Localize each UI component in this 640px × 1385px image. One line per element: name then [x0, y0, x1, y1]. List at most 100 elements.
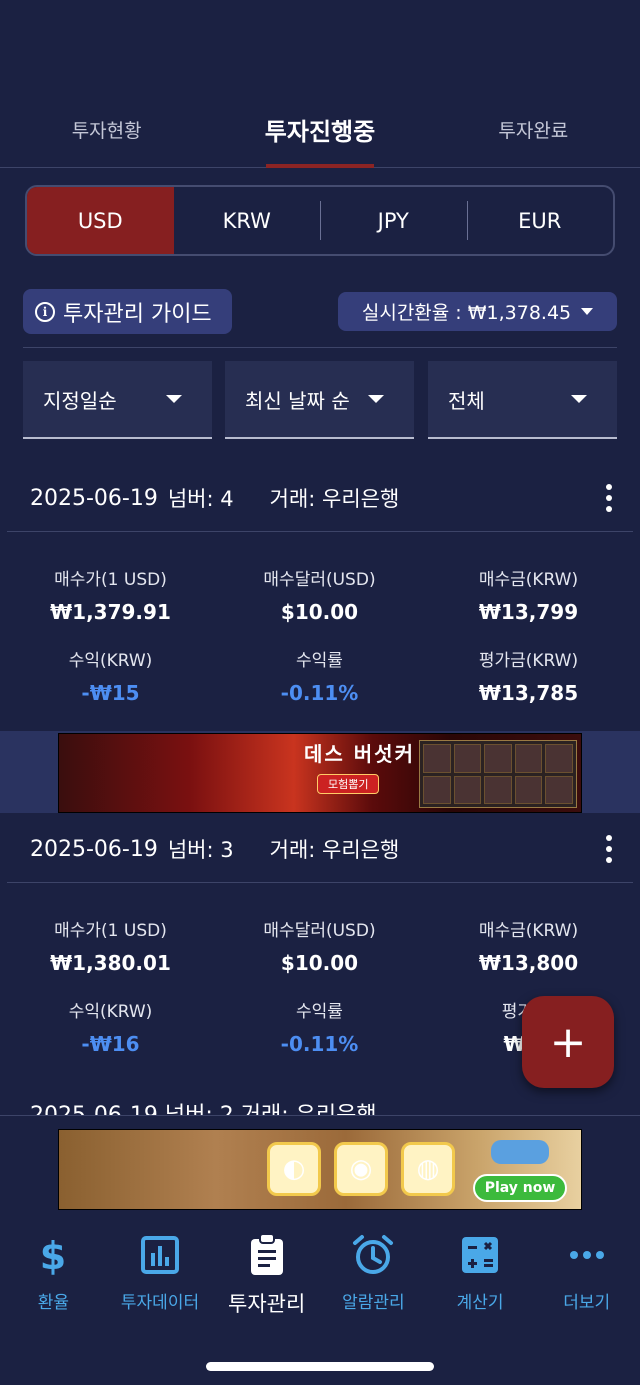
record-number: 넘버: 4 [167, 487, 234, 511]
ad-button[interactable]: 모험뽑기 [317, 774, 380, 794]
record-header: 2025-06-19 넘버: 3 거래: 우리은행 [0, 818, 640, 880]
return-rate-cell: 수익률 -0.11% [213, 997, 426, 1056]
currency-eur[interactable]: EUR [466, 187, 614, 254]
filter-all-label: 전체 [448, 388, 485, 413]
ad-image[interactable]: 데스 버섯커 모험뽑기 [58, 733, 582, 813]
currency-jpy[interactable]: JPY [320, 187, 467, 254]
ad-banner-bottom[interactable]: ◐ ◉ ◍ Play now [58, 1129, 582, 1210]
more-vertical-icon[interactable] [606, 835, 612, 863]
alarm-icon [351, 1232, 395, 1278]
buy-krw-label: 매수금(KRW) [478, 921, 579, 941]
ad-logo [491, 1140, 549, 1164]
currency-krw[interactable]: KRW [174, 187, 321, 254]
calculator-icon [460, 1232, 500, 1278]
buy-usd-value: $10.00 [280, 600, 359, 624]
tab-status[interactable]: 투자현황 [0, 92, 213, 167]
bottom-nav: $ 환율 투자데이터 투자관리 알람관리 계산기 더보기 [0, 1232, 640, 1322]
investment-guide-button[interactable]: i 투자관리 가이드 [23, 289, 232, 334]
ad-tile: ◐ [267, 1142, 321, 1196]
nav-calculator-label: 계산기 [456, 1293, 504, 1313]
dollar-icon: $ [39, 1232, 67, 1278]
divider [7, 882, 633, 883]
svg-text:$: $ [40, 1235, 66, 1275]
profit-value: -₩16 [81, 1032, 140, 1056]
profit-cell: 수익(KRW) -₩16 [4, 997, 217, 1056]
nav-exchange[interactable]: $ 환율 [0, 1232, 107, 1322]
nav-more[interactable]: 더보기 [533, 1232, 640, 1322]
record-bank: 거래: 우리은행 [269, 487, 400, 511]
divider [7, 531, 633, 532]
nav-investment-data-label: 투자데이터 [120, 1293, 200, 1313]
buy-krw-value: ₩13,799 [478, 600, 579, 624]
more-icon [569, 1232, 605, 1278]
chart-icon [140, 1232, 180, 1278]
live-rate-label: 실시간환율 : ₩1,378.45 [361, 302, 572, 324]
currency-selector: USD KRW JPY EUR [25, 185, 615, 256]
record-bank: 거래: 우리은행 [269, 838, 400, 862]
partial-record-text: 2025-06-19 넘버: 2 거래: 우리은행 [30, 1097, 377, 1115]
buy-usd-label: 매수달러(USD) [263, 921, 376, 941]
caret-down-icon [571, 395, 587, 403]
return-rate-label: 수익률 [296, 1002, 343, 1022]
profit-cell: 수익(KRW) -₩15 [4, 646, 217, 705]
sort-date-dropdown[interactable]: 지정일순 [23, 361, 212, 439]
tab-in-progress[interactable]: 투자진행중 [213, 92, 426, 167]
nav-more-label: 더보기 [563, 1293, 611, 1313]
caret-down-icon [368, 395, 384, 403]
nav-alarm[interactable]: 알람관리 [320, 1232, 427, 1322]
buy-price-value: ₩1,380.01 [50, 951, 171, 975]
buy-usd-cell: 매수달러(USD) $10.00 [213, 565, 426, 624]
buy-krw-value: ₩13,800 [478, 951, 579, 975]
nav-exchange-label: 환율 [37, 1293, 69, 1313]
ad-item-grid [419, 740, 577, 808]
buy-price-label: 매수가(1 USD) [54, 921, 167, 941]
buy-krw-label: 매수금(KRW) [478, 570, 579, 590]
clipboard-icon [249, 1232, 285, 1278]
live-rate-dropdown[interactable]: 실시간환율 : ₩1,378.45 [338, 292, 617, 331]
ad-tile: ◉ [334, 1142, 388, 1196]
info-icon: i [35, 301, 55, 322]
tab-completed[interactable]: 투자완료 [427, 92, 640, 167]
sort-date-label: 지정일순 [43, 388, 117, 413]
record-header: 2025-06-19 넘버: 4 거래: 우리은행 [0, 467, 640, 529]
record-number: 넘버: 3 [167, 838, 234, 862]
buy-price-cell: 매수가(1 USD) ₩1,379.91 [4, 565, 217, 624]
divider [23, 347, 617, 348]
eval-cell: 평가금(KRW) ₩13,785 [422, 646, 635, 705]
play-now-button[interactable]: Play now [473, 1174, 567, 1202]
return-rate-value: -0.11% [280, 681, 359, 705]
ad-banner-top[interactable]: 데스 버섯커 모험뽑기 [0, 731, 640, 813]
nav-calculator[interactable]: 계산기 [427, 1232, 534, 1322]
buy-usd-label: 매수달러(USD) [263, 570, 376, 590]
buy-usd-value: $10.00 [280, 951, 359, 975]
buy-usd-cell: 매수달러(USD) $10.00 [213, 916, 426, 975]
add-investment-button[interactable]: + [522, 996, 614, 1088]
return-rate-value: -0.11% [280, 1032, 359, 1056]
profit-value: -₩15 [81, 681, 140, 705]
buy-price-label: 매수가(1 USD) [54, 570, 167, 590]
nav-investment-data[interactable]: 투자데이터 [107, 1232, 214, 1322]
filter-all-dropdown[interactable]: 전체 [428, 361, 617, 439]
profit-label: 수익(KRW) [68, 651, 153, 671]
ad-title: 데스 버섯커 [304, 742, 415, 766]
caret-down-icon [581, 308, 594, 315]
caret-down-icon [166, 395, 182, 403]
more-vertical-icon[interactable] [606, 484, 612, 512]
buy-krw-cell: 매수금(KRW) ₩13,799 [422, 565, 635, 624]
sort-latest-label: 최신 날짜 순 [245, 388, 350, 413]
currency-usd[interactable]: USD [27, 187, 174, 254]
sort-latest-dropdown[interactable]: 최신 날짜 순 [225, 361, 414, 439]
return-rate-cell: 수익률 -0.11% [213, 646, 426, 705]
guide-label: 투자관리 가이드 [63, 301, 212, 327]
profit-label: 수익(KRW) [68, 1002, 153, 1022]
home-indicator[interactable] [206, 1362, 434, 1371]
buy-price-cell: 매수가(1 USD) ₩1,380.01 [4, 916, 217, 975]
return-rate-label: 수익률 [296, 651, 343, 671]
record-date: 2025-06-19 [30, 836, 158, 862]
buy-krw-cell: 매수금(KRW) ₩13,800 [422, 916, 635, 975]
record-date: 2025-06-19 [30, 485, 158, 511]
eval-value: ₩13,785 [478, 681, 579, 705]
eval-label: 평가금(KRW) [478, 651, 579, 671]
nav-investment-manage[interactable]: 투자관리 [213, 1232, 320, 1322]
record-header-partial: 2025-06-19 넘버: 2 거래: 우리은행 [0, 1094, 640, 1115]
